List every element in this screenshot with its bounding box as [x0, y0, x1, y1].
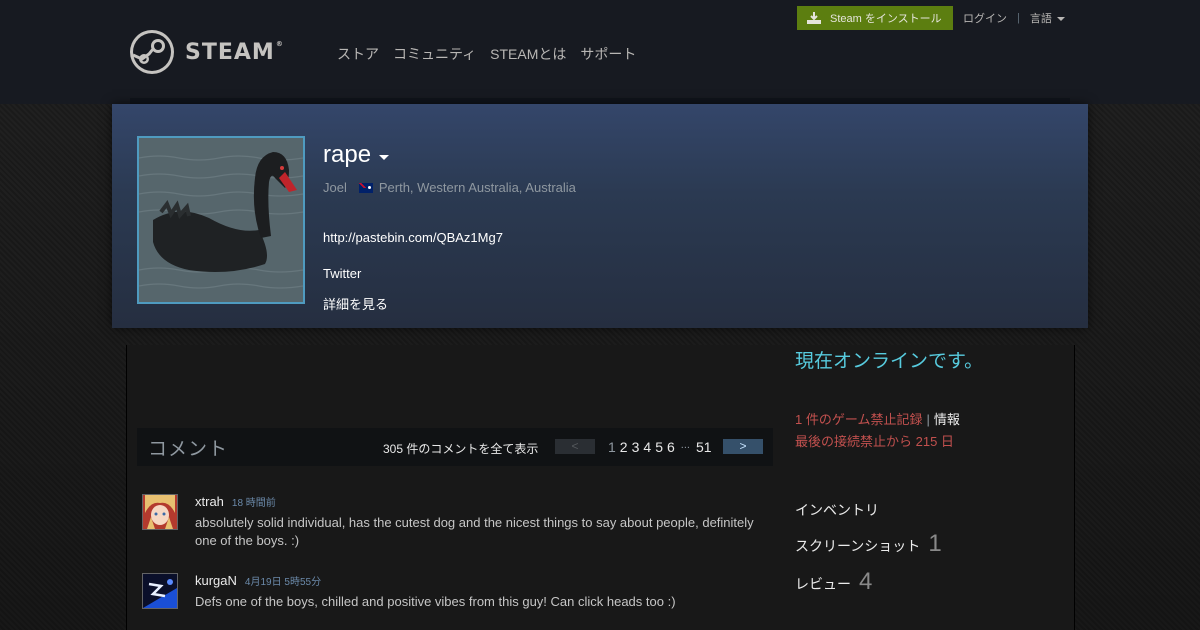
days-since-ban: 最後の接続禁止から 215 日	[795, 434, 954, 449]
install-steam-label: Steam をインストール	[830, 13, 942, 25]
reviews-count: 4	[859, 568, 873, 595]
comment-author-link[interactable]: xtrah 18 時間前	[195, 494, 276, 509]
online-status: 現在オンラインです。	[795, 351, 984, 372]
language-dropdown[interactable]: 言語	[1030, 10, 1065, 26]
pagination-next-button[interactable]: >	[723, 439, 763, 454]
pagination-page-link[interactable]: 6	[667, 439, 675, 455]
chevron-down-icon	[1056, 17, 1065, 22]
pagination-pages: 1 2 3 4 5 6 ... 51	[608, 439, 712, 455]
comment-author-name: kurgaN	[195, 573, 237, 588]
install-steam-button[interactable]: Steam をインストール	[797, 6, 953, 30]
header-links: ログイン | 言語	[963, 10, 1065, 26]
comment-author-link[interactable]: kurgaN 4月19日 5時55分	[195, 573, 321, 588]
ban-info-link[interactable]: 情報	[934, 412, 960, 427]
real-name: Joel	[323, 180, 347, 195]
login-link[interactable]: ログイン	[963, 10, 1007, 26]
blue-abstract-avatar-image	[143, 574, 177, 608]
inventory-label: インベントリ	[795, 502, 879, 518]
global-header: STEAM® ストア コミュニティ STEAMとは サポート Steam をイン…	[0, 0, 1200, 104]
more-info-link[interactable]: 詳細を見る	[323, 294, 388, 313]
comment-timestamp: 18 時間前	[231, 498, 276, 509]
profile-avatar[interactable]	[137, 136, 305, 304]
header-separator: |	[1017, 12, 1020, 24]
real-name-location: Joel Perth, Western Australia, Australia	[323, 180, 576, 195]
view-all-comments-link[interactable]: 305 件のコメントを全て表示	[383, 440, 538, 457]
nav-community[interactable]: コミュニティ	[393, 44, 476, 64]
comment-text: absolutely solid individual, has the cut…	[195, 515, 754, 548]
summary-pastebin-link[interactable]: http://pastebin.com/QBAz1Mg7	[323, 230, 503, 245]
steam-logo[interactable]: STEAM®	[129, 29, 284, 75]
pagination-page-link[interactable]: 4	[643, 439, 651, 455]
reviews-link[interactable]: レビュー 4	[795, 568, 872, 596]
screenshots-count: 1	[928, 530, 942, 557]
commenter-avatar[interactable]	[142, 494, 178, 530]
nav-about[interactable]: STEAMとは	[490, 44, 566, 64]
comment-timestamp: 4月19日 5時55分	[244, 577, 322, 588]
pagination-page-link[interactable]: 5	[655, 439, 663, 455]
chevron-down-icon	[379, 154, 390, 160]
download-icon	[807, 12, 821, 24]
comments-header: コメント 305 件のコメントを全て表示 < 1 2 3 4 5 6 ... 5…	[137, 428, 773, 466]
inventory-link[interactable]: インベントリ	[795, 500, 879, 520]
comment-author-name: xtrah	[195, 494, 224, 509]
comments-title: コメント	[148, 439, 229, 460]
commenter-avatar[interactable]	[142, 573, 178, 609]
profile-header: rape Joel Perth, Western Australia, Aust…	[112, 104, 1088, 328]
pagination-ellipsis: ...	[680, 439, 690, 451]
australia-flag-icon	[358, 182, 373, 193]
reviews-label: レビュー	[795, 576, 851, 592]
pagination-current-page: 1	[608, 439, 616, 455]
nav-support[interactable]: サポート	[580, 44, 636, 64]
pagination-page-link[interactable]: 3	[632, 439, 640, 455]
screenshots-label: スクリーンショット	[795, 538, 921, 554]
anime-avatar-image	[143, 495, 177, 529]
main-nav: ストア コミュニティ STEAMとは サポート	[337, 44, 636, 64]
ban-divider: |	[926, 412, 930, 427]
location: Perth, Western Australia, Australia	[378, 180, 576, 195]
pagination-last-page[interactable]: 51	[696, 439, 712, 455]
pagination-page-link[interactable]: 2	[620, 439, 628, 455]
game-ban-count: 1 件のゲーム禁止記録	[795, 412, 923, 427]
comment-text: Defs one of the boys, chilled and positi…	[195, 594, 676, 609]
summary-twitter-link[interactable]: Twitter	[323, 266, 361, 281]
black-swan-avatar-image	[139, 138, 303, 302]
steam-wordmark: STEAM®	[185, 39, 284, 65]
ban-record: 1 件のゲーム禁止記録 | 情報	[795, 409, 960, 428]
steam-logo-icon	[130, 30, 174, 74]
pagination-prev-button[interactable]: <	[555, 439, 595, 454]
persona-name: rape	[323, 141, 372, 168]
persona-name-dropdown[interactable]: rape	[323, 141, 390, 169]
screenshots-link[interactable]: スクリーンショット 1	[795, 530, 942, 558]
nav-store[interactable]: ストア	[337, 44, 379, 64]
